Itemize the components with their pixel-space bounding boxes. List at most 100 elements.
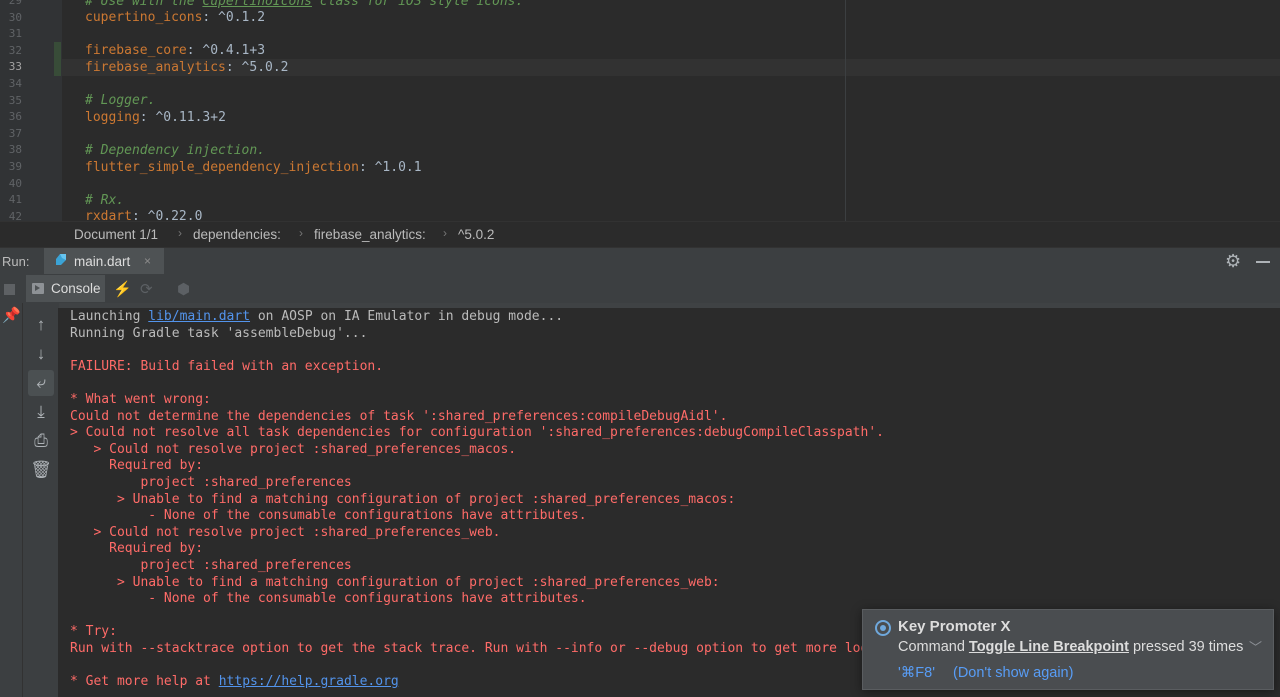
- console-link[interactable]: https://help.gradle.org: [219, 674, 399, 689]
- code-line[interactable]: # Dependency injection.: [85, 142, 265, 159]
- breadcrumb-firebase-analytics[interactable]: firebase_analytics:: [314, 227, 426, 242]
- notification-message: Command Toggle Line Breakpoint pressed 3…: [898, 639, 1244, 655]
- print-icon[interactable]: ⎙: [28, 428, 54, 454]
- console-line: > Unable to find a matching configuratio…: [70, 575, 720, 592]
- line-number[interactable]: 32: [0, 43, 22, 60]
- run-tab-main-dart[interactable]: main.dart ×: [44, 248, 164, 275]
- line-number[interactable]: 29: [0, 0, 22, 10]
- console-text: > Could not resolve all task dependencie…: [70, 425, 884, 441]
- code-line[interactable]: flutter_simple_dependency_injection: ^1.…: [85, 159, 422, 176]
- line-number[interactable]: 30: [0, 10, 22, 27]
- left-tool-strip: [0, 303, 22, 697]
- breadcrumb-version[interactable]: ^5.0.2: [458, 227, 494, 242]
- code-token: flutter_simple_dependency_injection: [85, 159, 359, 175]
- console-line: Run with --stacktrace option to get the …: [70, 641, 931, 658]
- console-link[interactable]: lib/main.dart: [148, 309, 250, 324]
- console-line: FAILURE: Build failed with an exception.: [70, 359, 383, 376]
- code-line[interactable]: logging: ^0.11.3+2: [85, 109, 226, 126]
- breadcrumb-document[interactable]: Document 1/1: [74, 227, 158, 242]
- code-line[interactable]: firebase_analytics: ^5.0.2: [85, 59, 289, 76]
- line-number[interactable]: 31: [0, 26, 22, 43]
- code-token: # Rx.: [85, 192, 125, 208]
- console-text: > Could not resolve project :shared_pref…: [70, 524, 501, 540]
- line-number[interactable]: 41: [0, 192, 22, 209]
- code-token: # Use with the: [85, 0, 203, 9]
- code-token: firebase_core: [85, 43, 187, 59]
- line-number[interactable]: 33: [0, 59, 22, 76]
- code-editor[interactable]: 29 30 31 32 33 34 35 36 37 38 39 40 41 42 # Use with …: [0, 0, 1280, 221]
- console-tab-label: Console: [51, 281, 101, 296]
- console-line: > Could not resolve project :shared_pref…: [70, 442, 516, 459]
- console-text: * What went wrong:: [70, 392, 211, 407]
- run-label: Run:: [2, 254, 30, 269]
- console-text: > Unable to find a matching configuratio…: [70, 574, 720, 590]
- console-line: * Try:: [70, 624, 117, 641]
- run-tab-label: main.dart: [74, 254, 131, 269]
- line-number[interactable]: 40: [0, 176, 22, 193]
- key-promoter-logo-icon: [875, 620, 891, 636]
- code-token: class for iOS style icons.: [311, 0, 524, 9]
- notification-title: Key Promoter X: [898, 618, 1011, 635]
- run-tool-window-header: Run: main.dart × ⚙: [0, 247, 1280, 276]
- pin-icon[interactable]: 📌: [2, 306, 21, 324]
- console-icon: [32, 283, 44, 294]
- line-number-gutter[interactable]: 29 30 31 32 33 34 35 36 37 38 39 40 41 42: [0, 0, 62, 221]
- line-number[interactable]: 35: [0, 93, 22, 110]
- console-text: * Try:: [70, 624, 117, 640]
- code-line[interactable]: # Logger.: [85, 92, 155, 109]
- console-text: project :shared_preferences: [70, 558, 352, 573]
- code-line[interactable]: cupertino_icons: ^0.1.2: [85, 9, 265, 26]
- code-line[interactable]: firebase_core: ^0.4.1+3: [85, 42, 265, 59]
- changed-lines-marker: [54, 42, 61, 76]
- shortcut-link[interactable]: '⌘F8': [898, 665, 935, 681]
- console-line: - None of the consumable configurations …: [70, 591, 587, 608]
- scroll-to-end-icon[interactable]: ⤓: [28, 399, 54, 425]
- console-text: FAILURE: Build failed with an exception.: [70, 358, 384, 374]
- console-line: * What went wrong:: [70, 392, 211, 409]
- code-token: : ^0.11.3+2: [139, 109, 226, 125]
- console-text: - None of the consumable configurations …: [70, 591, 587, 607]
- breadcrumb-dependencies[interactable]: dependencies:: [193, 227, 281, 242]
- key-promoter-notification: Key Promoter X Command Toggle Line Break…: [862, 609, 1274, 690]
- hot-restart-icon[interactable]: ⟳: [140, 280, 153, 298]
- console-line: Running Gradle task 'assembleDebug'...: [70, 326, 367, 343]
- code-token: : ^0.1.2: [202, 10, 266, 26]
- flutter-inspector-icon[interactable]: ⬢: [177, 280, 190, 298]
- code-line[interactable]: # Rx.: [85, 192, 124, 209]
- console-toolbar: Console ⚡ ⟳ ⬢: [0, 274, 1280, 303]
- line-number[interactable]: 34: [0, 76, 22, 93]
- console-line: > Could not resolve project :shared_pref…: [70, 525, 500, 542]
- chevron-down-icon[interactable]: ﹀: [1249, 637, 1262, 656]
- console-line: Could not determine the dependencies of …: [70, 409, 727, 426]
- line-number[interactable]: 36: [0, 109, 22, 126]
- console-text: Running Gradle task 'assembleDebug'...: [70, 325, 368, 341]
- line-number[interactable]: 42: [0, 209, 22, 221]
- console-text: Required by:: [70, 541, 204, 557]
- console-line: Required by:: [70, 458, 203, 475]
- close-tab-icon[interactable]: ×: [144, 254, 151, 268]
- code-token: cupertino_icons: [85, 10, 203, 26]
- code-token: : ^5.0.2: [225, 59, 289, 75]
- console-line: - None of the consumable configurations …: [70, 508, 586, 525]
- dont-show-again-link[interactable]: (Don't show again): [953, 665, 1073, 681]
- trash-icon[interactable]: 🗑: [28, 457, 54, 483]
- stop-icon[interactable]: [4, 284, 15, 295]
- minimize-icon[interactable]: [1256, 261, 1270, 263]
- dart-icon: [56, 254, 66, 265]
- hot-reload-icon[interactable]: ⚡: [113, 280, 132, 298]
- tab-console[interactable]: Console: [26, 275, 105, 302]
- code-token: # Logger.: [85, 93, 156, 109]
- code-line[interactable]: rxdart: ^0.22.0: [85, 208, 202, 221]
- line-number[interactable]: 38: [0, 142, 22, 159]
- arrow-down-icon[interactable]: ↓: [28, 341, 54, 367]
- console-text: Launching: [70, 309, 149, 324]
- breadcrumb: Document 1/1 › dependencies: › firebase_…: [0, 221, 1280, 248]
- arrow-up-icon[interactable]: ↑: [28, 312, 54, 338]
- console-text: > Could not resolve project :shared_pref…: [70, 441, 517, 457]
- gear-icon[interactable]: ⚙: [1225, 251, 1241, 272]
- line-number[interactable]: 37: [0, 126, 22, 143]
- code-line[interactable]: # Use with the CupertinoIcons class for …: [85, 0, 523, 10]
- line-number[interactable]: 39: [0, 159, 22, 176]
- soft-wrap-icon[interactable]: ⤶: [28, 370, 54, 396]
- console-text: * Get more help at: [70, 674, 219, 690]
